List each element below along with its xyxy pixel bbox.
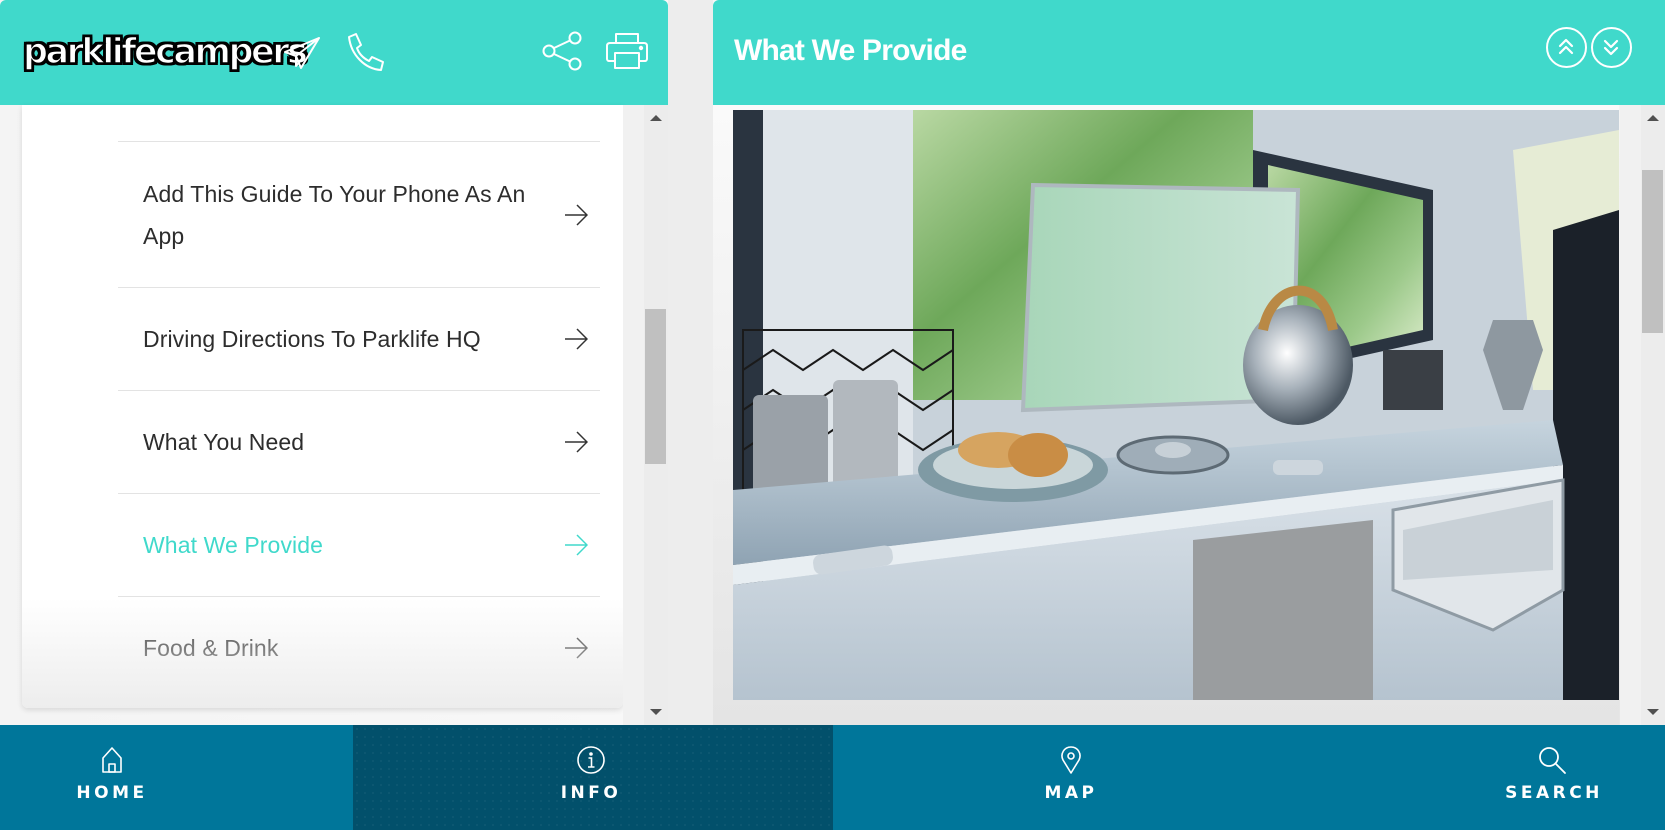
print-icon[interactable] bbox=[605, 31, 649, 71]
content-card bbox=[713, 105, 1619, 725]
menu-item-label: What You Need bbox=[143, 429, 305, 455]
share-icon[interactable] bbox=[541, 31, 584, 71]
menu-item-label: Add This Guide To Your Phone As An App bbox=[143, 180, 526, 249]
content-header: What We Provide bbox=[713, 0, 1665, 105]
menu-card: Add This Guide To Your Phone As An App D… bbox=[22, 105, 623, 708]
nav-label: HOME bbox=[76, 783, 148, 803]
bottom-nav: HOME INFO MAP SEARCH bbox=[0, 725, 1665, 830]
page-title: What We Provide bbox=[734, 34, 967, 67]
scroll-down-arrow[interactable] bbox=[650, 709, 662, 715]
phone-icon[interactable] bbox=[345, 31, 387, 73]
menu-scrollbar[interactable] bbox=[623, 105, 668, 725]
left-header: parklifecampers bbox=[0, 0, 668, 105]
scroll-up-arrow[interactable] bbox=[650, 115, 662, 121]
arrow-right-icon bbox=[564, 534, 588, 556]
nav-label: INFO bbox=[560, 783, 622, 803]
menu-item-label: What We Provide bbox=[143, 532, 324, 558]
menu-list: Add This Guide To Your Phone As An App D… bbox=[118, 141, 600, 699]
home-icon bbox=[97, 745, 127, 775]
nav-map[interactable]: MAP bbox=[833, 725, 1238, 830]
nav-label: SEARCH bbox=[1505, 783, 1603, 803]
info-icon bbox=[576, 745, 606, 775]
nav-search[interactable]: SEARCH bbox=[1238, 725, 1665, 830]
map-pin-icon bbox=[1056, 745, 1086, 775]
nav-home[interactable]: HOME bbox=[0, 725, 353, 830]
send-icon[interactable] bbox=[281, 32, 323, 72]
arrow-right-icon bbox=[564, 203, 588, 226]
nav-info[interactable]: INFO bbox=[353, 725, 833, 830]
arrow-right-icon bbox=[564, 431, 588, 453]
search-icon bbox=[1537, 745, 1567, 775]
menu-item-what-we-provide[interactable]: What We Provide bbox=[118, 493, 600, 596]
arrow-right-icon bbox=[564, 328, 588, 350]
previous-section-button[interactable] bbox=[1546, 27, 1587, 68]
double-chevron-up-icon bbox=[1558, 38, 1574, 55]
menu-item-what-you-need[interactable]: What You Need bbox=[118, 390, 600, 493]
double-chevron-down-icon bbox=[1603, 39, 1619, 56]
campervan-kitchen-image bbox=[733, 110, 1619, 700]
content-panel: What We Provide bbox=[713, 0, 1665, 725]
menu-item-add-guide[interactable]: Add This Guide To Your Phone As An App bbox=[118, 141, 600, 287]
scrollbar-thumb[interactable] bbox=[1642, 170, 1663, 333]
menu-item-food-drink[interactable]: Food & Drink bbox=[118, 596, 600, 699]
menu-item-label: Food & Drink bbox=[143, 635, 279, 661]
menu-item-driving-directions[interactable]: Driving Directions To Parklife HQ bbox=[118, 287, 600, 390]
left-panel: parklifecampers Add This Guide To Your P… bbox=[0, 0, 668, 725]
scrollbar-thumb[interactable] bbox=[645, 309, 666, 464]
next-section-button[interactable] bbox=[1591, 27, 1632, 68]
scroll-up-arrow[interactable] bbox=[1647, 115, 1659, 121]
logo[interactable]: parklifecampers bbox=[22, 28, 308, 76]
content-scrollbar[interactable] bbox=[1620, 105, 1665, 725]
arrow-right-icon bbox=[564, 637, 588, 659]
menu-item-label: Driving Directions To Parklife HQ bbox=[143, 326, 481, 352]
scroll-down-arrow[interactable] bbox=[1647, 709, 1659, 715]
